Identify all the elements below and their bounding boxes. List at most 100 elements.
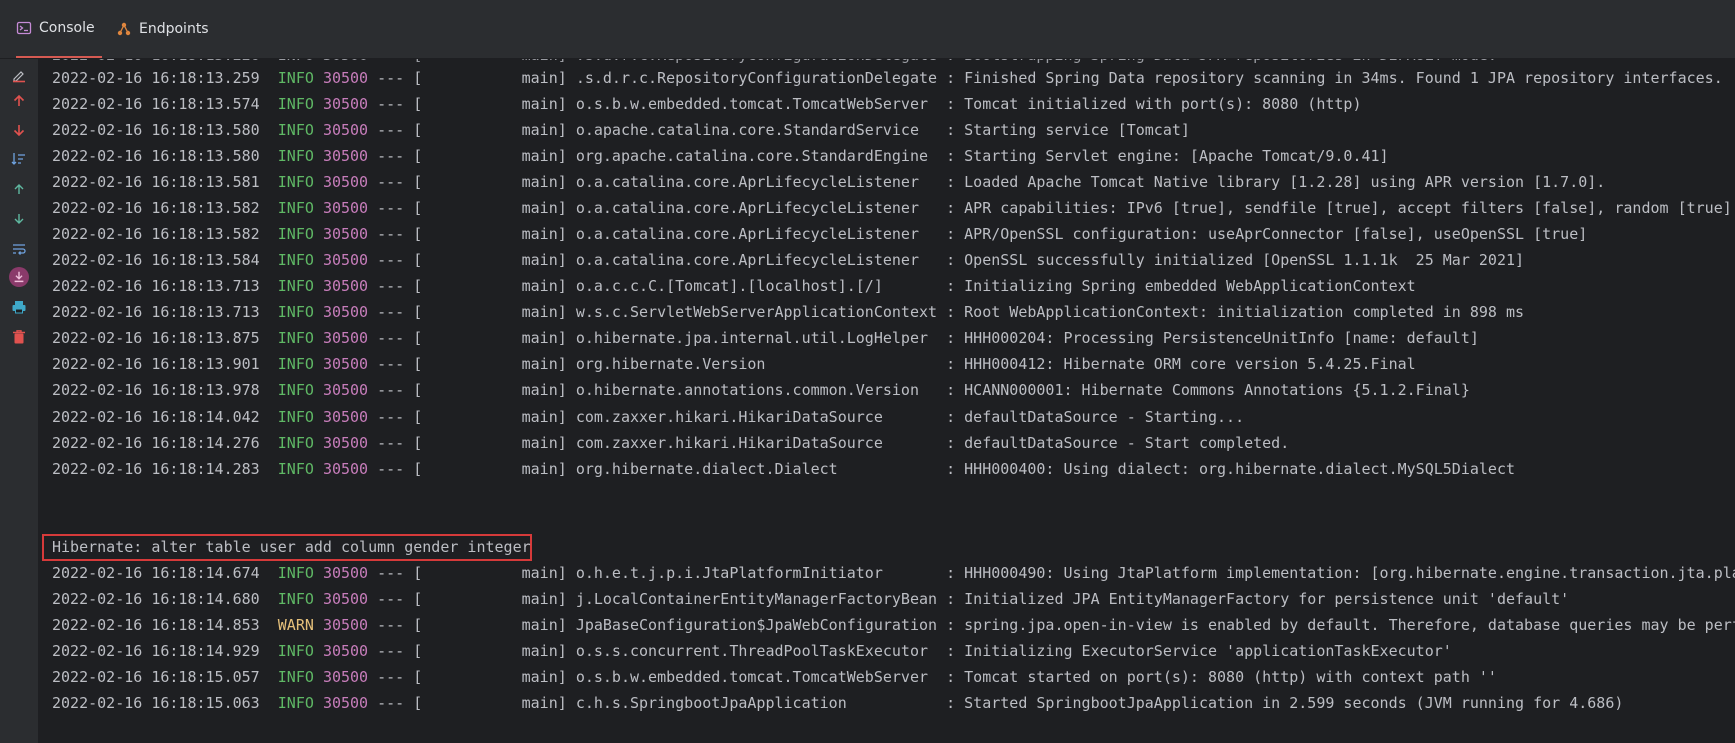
log-line: 2022-02-16 16:18:13.580 INFO 30500 --- [… [52,142,1389,171]
log-line: 2022-02-16 16:18:13.580 INFO 30500 --- [… [52,116,1190,145]
log-separator: --- [377,355,405,374]
log-separator: --- [377,642,405,661]
log-message: : Tomcat initialized with port(s): 8080 … [946,95,1362,114]
print-icon[interactable] [9,297,29,317]
log-pid: 30500 [322,95,369,114]
endpoints-icon [116,21,132,37]
log-pid: 30500 [322,251,369,270]
log-thread: [ main] [413,277,567,296]
clear-edit-icon[interactable] [9,65,29,85]
log-logger: org.apache.catalina.core.StandardEngine [575,147,938,166]
soft-wrap-icon[interactable] [9,239,29,259]
scroll-up-icon[interactable] [9,179,29,199]
log-level: INFO [277,69,314,87]
log-thread: [ main] [413,590,567,609]
log-pid: 30500 [322,642,369,661]
log-pid: 30500 [322,147,369,166]
log-level: INFO [277,433,314,452]
log-thread: [ main] [413,173,567,192]
log-line: 2022-02-16 16:18:13.582 INFO 30500 --- [… [52,194,1735,223]
log-message: : defaultDataSource - Starting... [946,407,1245,426]
log-line: 2022-02-16 16:18:13.584 INFO 30500 --- [… [52,246,1524,275]
log-level: INFO [277,251,314,270]
log-thread: [ main] [413,199,567,218]
log-message: : HCANN000001: Hibernate Commons Annotat… [946,381,1470,400]
log-separator: --- [377,590,405,609]
log-logger: o.a.catalina.core.AprLifecycleListener [575,251,938,270]
log-timestamp: 2022-02-16 16:18:14.674 [52,564,260,582]
log-line: 2022-02-16 16:18:13.581 INFO 30500 --- [… [52,168,1605,197]
log-thread: [ main] [413,407,567,426]
log-message: : Finished Spring Data repository scanni… [946,69,1723,87]
log-level: INFO [277,225,314,244]
log-thread: [ main] [413,225,567,244]
log-message: : defaultDataSource - Start completed. [946,433,1290,452]
tab-console[interactable]: Console [16,0,102,58]
log-pid: 30500 [322,355,369,374]
trash-icon[interactable] [9,327,29,347]
log-level: INFO [277,355,314,374]
log-separator: --- [377,381,405,400]
log-level: INFO [277,95,314,114]
log-separator: --- [377,694,405,713]
log-thread: [ main] [413,355,567,374]
arrow-up-red-icon[interactable] [9,91,29,111]
log-logger: o.hibernate.jpa.internal.util.LogHelper [575,329,938,348]
log-separator: --- [377,303,405,322]
log-thread: [ main] [413,251,567,270]
log-line: 2022-02-16 16:18:14.276 INFO 30500 --- [… [52,429,1289,458]
log-message: : APR capabilities: IPv6 [true], sendfil… [946,199,1735,218]
log-separator: --- [377,329,405,348]
log-level: INFO [277,173,314,192]
arrow-down-red-icon[interactable] [9,120,29,140]
sort-lines-icon[interactable] [9,149,29,169]
log-separator: --- [377,668,405,687]
log-line: 2022-02-16 16:18:13.259 INFO 30500 --- [… [52,64,1723,93]
log-pid: 30500 [322,616,369,635]
log-level: INFO [277,459,314,478]
log-separator: --- [377,225,405,244]
log-level: INFO [277,564,314,582]
log-line: 2022-02-16 16:18:13.582 INFO 30500 --- [… [52,220,1587,249]
log-level: INFO [277,381,314,400]
log-pid: 30500 [322,199,369,218]
log-separator: --- [377,564,405,582]
log-pid: 30500 [322,121,369,140]
log-thread: [ main] [413,303,567,322]
log-separator: --- [377,407,405,426]
log-message: : APR/OpenSSL configuration: useAprConne… [946,225,1588,244]
log-pid: 30500 [322,459,369,478]
log-timestamp: 2022-02-16 16:18:13.574 [52,95,260,114]
log-message: : Started SpringbootJpaApplication in 2.… [946,694,1624,713]
tab-endpoints-label: Endpoints [139,21,209,37]
log-level: INFO [277,668,314,687]
scroll-to-end-icon[interactable] [9,267,29,287]
log-message: : Initialized JPA EntityManagerFactory f… [946,590,1570,609]
log-separator: --- [377,121,405,140]
scroll-down-icon[interactable] [9,209,29,229]
log-message: : spring.jpa.open-in-view is enabled by … [946,616,1735,635]
log-separator: --- [377,147,405,166]
log-timestamp: 2022-02-16 16:18:13.713 [52,303,260,322]
log-timestamp: 2022-02-16 16:18:13.901 [52,355,260,374]
log-logger: org.hibernate.Version [575,355,938,374]
log-pid: 30500 [322,433,369,452]
log-line: 2022-02-16 16:18:13.901 INFO 30500 --- [… [52,350,1416,379]
log-thread: [ main] [413,459,567,478]
log-level: INFO [277,590,314,609]
log-line: 2022-02-16 16:18:13.713 INFO 30500 --- [… [52,272,1416,301]
log-timestamp: 2022-02-16 16:18:13.875 [52,329,260,348]
tab-endpoints[interactable]: Endpoints [116,0,209,58]
log-level: INFO [277,303,314,322]
log-message: : HHH000400: Using dialect: org.hibernat… [946,459,1516,478]
log-timestamp: 2022-02-16 16:18:14.283 [52,459,260,478]
log-line: 2022-02-16 16:18:14.853 WARN 30500 --- [… [52,611,1735,640]
log-level: INFO [277,407,314,426]
console-output[interactable]: 2022-02-16 16:18:13.226 INFO 30500 --- [… [38,59,1735,743]
log-logger: o.s.b.w.embedded.tomcat.TomcatWebServer [575,668,938,687]
log-pid: 30500 [322,69,369,87]
log-separator: --- [377,173,405,192]
log-logger: w.s.c.ServletWebServerApplicationContext [575,303,938,322]
log-message: : Starting Servlet engine: [Apache Tomca… [946,147,1389,166]
log-message: : HHH000412: Hibernate ORM core version … [946,355,1416,374]
